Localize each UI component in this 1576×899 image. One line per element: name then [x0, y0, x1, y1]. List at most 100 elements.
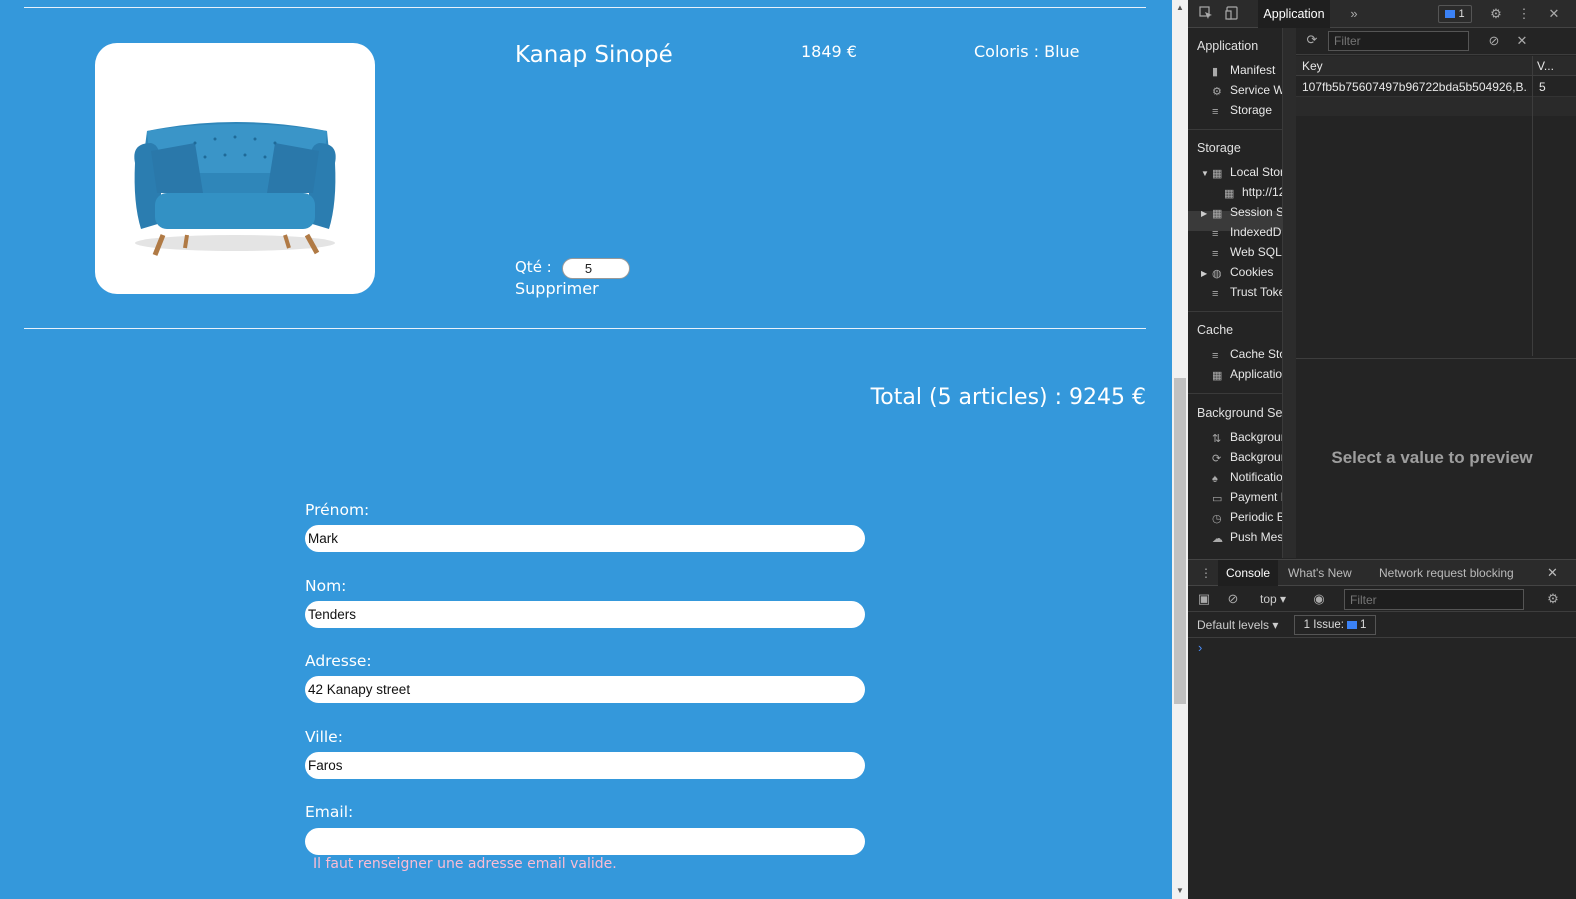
sidebar-divider: [1188, 129, 1283, 130]
sidebar-item-web-sql[interactable]: ≡ Web SQL: [1212, 245, 1282, 260]
sidebar-divider: [1188, 393, 1283, 394]
scroll-up-icon[interactable]: ▲: [1172, 0, 1188, 16]
sidebar-item-local-storage[interactable]: ▦ Local Storage: [1212, 165, 1282, 180]
sidebar-item-service-workers[interactable]: ⚙ Service Workers: [1212, 83, 1282, 98]
sidebar-item-session-storage[interactable]: ▦ Session Storage: [1212, 205, 1282, 220]
close-drawer-icon[interactable]: ✕: [1547, 560, 1558, 586]
lastname-label: Nom:: [305, 577, 347, 595]
grid-icon: ▦: [1224, 188, 1235, 200]
sidebar-item-cookies[interactable]: ◍ Cookies: [1212, 265, 1282, 280]
clear-all-icon[interactable]: ⊘: [1486, 33, 1502, 49]
more-tabs-icon[interactable]: »: [1346, 6, 1362, 22]
bell-icon: ♠: [1212, 473, 1218, 485]
issues-badge[interactable]: 1: [1438, 5, 1472, 23]
sofa-image: [134, 122, 336, 256]
clear-console-icon[interactable]: ⊘: [1225, 591, 1241, 607]
section-storage: Storage: [1197, 141, 1241, 155]
sidebar-item-periodic-sync[interactable]: ◷ Periodic Background Sync: [1212, 510, 1282, 525]
tab-network-request-blocking[interactable]: Network request blocking: [1379, 560, 1514, 586]
levels-dropdown[interactable]: Default levels ▾: [1197, 618, 1278, 632]
sidebar-item-cache-storage[interactable]: ≡ Cache Storage: [1212, 347, 1282, 362]
sidebar-item-application-cache[interactable]: ▦ Application Cache: [1212, 367, 1282, 382]
sidebar-item-storage[interactable]: ≡ Storage: [1212, 103, 1282, 118]
refresh-icon[interactable]: ⟳: [1304, 32, 1320, 48]
expand-triangle-icon[interactable]: ▼: [1201, 169, 1209, 178]
settings-gear-icon[interactable]: ⚙: [1488, 6, 1504, 22]
collapse-triangle-icon[interactable]: ▶: [1201, 209, 1207, 218]
storage-filter-input[interactable]: [1328, 31, 1469, 51]
scroll-down-icon[interactable]: ▼: [1172, 883, 1188, 899]
card-icon: ▭: [1212, 493, 1223, 505]
page-scrollbar[interactable]: ▲ ▼: [1172, 0, 1188, 899]
sidebar-item-notifications[interactable]: ♠ Notifications: [1212, 470, 1282, 485]
kebab-menu-icon[interactable]: ⋮: [1516, 6, 1532, 22]
sidebar-item-indexeddb[interactable]: ≡ IndexedDB: [1212, 225, 1282, 240]
console-levels-bar: Default levels ▾ 1 Issue: 1: [1188, 613, 1576, 638]
tab-application[interactable]: Application: [1258, 0, 1330, 28]
database-icon: ≡: [1212, 228, 1219, 240]
sidebar-item-label: Periodic Background Sync: [1230, 510, 1282, 524]
device-toolbar-icon[interactable]: [1224, 6, 1240, 22]
close-devtools-icon[interactable]: ✕: [1546, 6, 1562, 22]
console-settings-gear-icon[interactable]: ⚙: [1545, 591, 1561, 607]
divider-top: [24, 7, 1146, 8]
sidebar-item-manifest[interactable]: ▮ Manifest: [1212, 63, 1282, 78]
sidebar-scrollbar[interactable]: [1283, 28, 1296, 558]
levels-label: Default levels: [1197, 618, 1270, 632]
inspect-element-icon[interactable]: [1198, 6, 1214, 22]
cart-total: Total (5 articles) : 9245 €: [870, 385, 1146, 410]
sidebar-item-trust-tokens[interactable]: ≡ Trust Tokens: [1212, 285, 1282, 300]
devtools-toolbar: Application » 1 ⚙ ⋮ ✕: [1188, 0, 1576, 28]
issues-button[interactable]: 1 Issue: 1: [1294, 615, 1376, 635]
row-key: 107fb5b75607497b96722bda5b504926,B...: [1302, 80, 1528, 94]
sidebar-item-label: Application Cache: [1230, 367, 1282, 381]
sidebar-toggle-icon[interactable]: ▣: [1196, 591, 1212, 607]
database-icon: ≡: [1212, 350, 1219, 362]
storage-toolbar: ⟳ ⊘ ✕: [1296, 28, 1576, 55]
context-selector[interactable]: top ▾: [1260, 592, 1286, 606]
delete-item-button[interactable]: Supprimer: [515, 279, 599, 298]
sidebar-item-label: Background Fetch: [1230, 430, 1282, 444]
tab-whats-new[interactable]: What's New: [1288, 560, 1352, 586]
storage-table-header: Key V...: [1296, 56, 1576, 76]
eye-icon[interactable]: ◉: [1311, 591, 1327, 607]
drawer-menu-icon[interactable]: ⋮: [1200, 560, 1212, 586]
address-field[interactable]: [305, 676, 865, 703]
sidebar-item-background-sync[interactable]: ⟳ Background Sync: [1212, 450, 1282, 465]
sidebar-item-push-messaging[interactable]: ☁ Push Messaging: [1212, 530, 1282, 545]
table-row[interactable]: 107fb5b75607497b96722bda5b504926,B... 5: [1296, 77, 1576, 97]
sidebar-item-label: Payment Handler: [1230, 490, 1282, 504]
console-toolbar: ▣ ⊘ top ▾ ◉ ⚙: [1188, 587, 1576, 612]
collapse-triangle-icon[interactable]: ▶: [1201, 269, 1207, 278]
sidebar-item-label: Push Messaging: [1230, 530, 1282, 544]
issues-badge-count: 1: [1458, 8, 1465, 20]
sidebar-item-label: Local Storage: [1230, 165, 1282, 179]
database-icon: ≡: [1212, 248, 1219, 260]
sidebar-item-local-origin[interactable]: ▦ http://127.0.0.1: [1224, 185, 1282, 200]
tab-console[interactable]: Console: [1218, 560, 1279, 586]
sidebar-item-background-fetch[interactable]: ⇅ Background Fetch: [1212, 430, 1282, 445]
email-field[interactable]: [305, 828, 865, 855]
section-cache: Cache: [1197, 323, 1234, 337]
message-icon: [1445, 10, 1456, 19]
message-icon: [1346, 620, 1357, 629]
table-row-empty: [1296, 97, 1576, 116]
database-icon: ≡: [1212, 106, 1219, 118]
sidebar-item-payment-handler[interactable]: ▭ Payment Handler: [1212, 490, 1282, 505]
console-prompt[interactable]: ›: [1198, 640, 1202, 655]
column-value[interactable]: V...: [1537, 59, 1554, 73]
cart-page: Kanap Sinopé 1849 € Coloris : Blue Qté :…: [0, 0, 1172, 899]
quantity-input[interactable]: [562, 258, 630, 279]
city-field[interactable]: [305, 752, 865, 779]
firstname-field[interactable]: [305, 525, 865, 552]
delete-selected-icon[interactable]: ✕: [1514, 33, 1530, 49]
grid-icon: ▦: [1212, 370, 1223, 382]
grid-icon: ▦: [1212, 208, 1223, 220]
console-filter-input[interactable]: [1344, 589, 1524, 610]
scrollbar-thumb[interactable]: [1174, 378, 1186, 704]
section-application: Application: [1197, 39, 1259, 53]
lastname-field[interactable]: [305, 601, 865, 628]
sidebar-item-label: http://127.0.0.1: [1242, 185, 1282, 199]
column-key[interactable]: Key: [1302, 59, 1323, 73]
arrows-icon: ⇅: [1212, 433, 1222, 445]
